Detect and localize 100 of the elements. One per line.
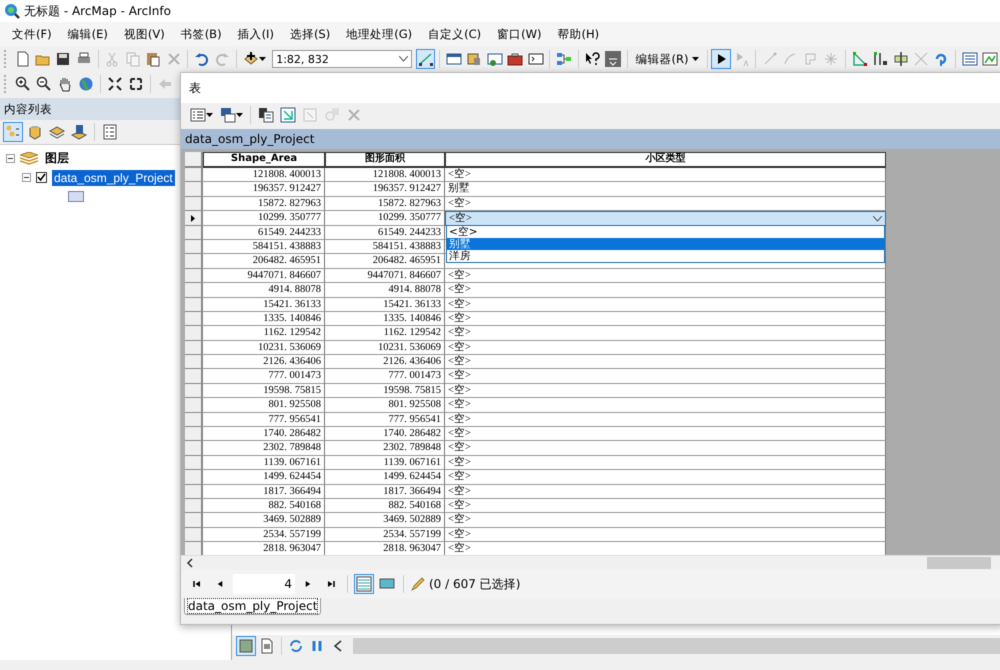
pointer-button[interactable] — [711, 49, 731, 69]
column-header[interactable]: 图形面积 — [325, 152, 445, 168]
delete-icon — [346, 107, 362, 123]
menu-item[interactable]: 地理处理(G) — [338, 26, 420, 42]
dropdown-option[interactable]: 洋房 — [447, 250, 884, 262]
layer-checkbox[interactable] — [36, 172, 47, 183]
table-cell: 1335. 140846 — [325, 312, 445, 326]
collapse-icon[interactable] — [6, 154, 15, 163]
row-header[interactable] — [185, 211, 203, 226]
menu-item[interactable]: 书签(B) — [172, 26, 230, 42]
select-by-attributes-button[interactable] — [256, 105, 276, 125]
edit-sketch-button[interactable] — [416, 49, 436, 69]
scroll-left-icon[interactable] — [185, 558, 195, 568]
panel-title: 内容列表 — [4, 102, 52, 116]
caret-icon — [236, 113, 242, 117]
caret-icon — [206, 113, 212, 117]
table-cell: 206482. 465951 — [203, 254, 325, 269]
table-cell: 801. 925508 — [203, 398, 325, 413]
table-cell: 1139. 067161 — [203, 456, 325, 470]
table-cell: <空> — [445, 369, 886, 384]
table-cell: 801. 925508 — [325, 398, 445, 413]
table-cell: <空> — [445, 498, 886, 514]
point-icon — [823, 51, 840, 67]
table-cell: 10231. 536069 — [325, 340, 445, 356]
table-cell: 1499. 624454 — [203, 470, 325, 485]
dropdown-option[interactable]: <空> — [447, 226, 884, 238]
table-cell: 2302. 789848 — [203, 441, 325, 456]
whats-this-icon — [584, 51, 600, 67]
menu-item[interactable]: 窗口(W) — [489, 26, 550, 42]
table-cell: <空> — [445, 355, 886, 370]
menu-item[interactable]: 编辑(E) — [60, 26, 116, 42]
table-cell: 9447071. 846607 — [203, 268, 325, 284]
delete-icon — [166, 51, 182, 67]
table-cell: 15872. 827963 — [203, 196, 325, 212]
refresh-icon — [288, 638, 304, 654]
split-icon — [872, 51, 888, 67]
menu-item[interactable]: 文件(F) — [4, 26, 60, 42]
table-cell: 2302. 789848 — [325, 441, 445, 456]
table-cell: 777. 001473 — [203, 369, 325, 384]
app-icon — [4, 3, 20, 19]
legend-swatch — [68, 191, 84, 202]
table-cell: 19598. 75815 — [325, 384, 445, 398]
scale-combo-box[interactable]: 1:82, 832 — [272, 50, 412, 68]
data-view-button[interactable] — [236, 636, 256, 656]
globe-icon — [78, 76, 94, 92]
collapse-icon[interactable] — [22, 173, 31, 182]
table-cell: 777. 001473 — [325, 369, 445, 384]
menu-item[interactable]: 选择(S) — [282, 26, 338, 42]
toolbox-icon — [507, 51, 524, 67]
table-cell: 121808. 400013 — [203, 168, 325, 182]
overflow-button[interactable] — [603, 49, 623, 69]
show-all-records-button[interactable] — [354, 574, 374, 594]
select-by-attributes-icon — [258, 107, 274, 123]
table-options-icon — [190, 107, 206, 123]
menu-item[interactable]: 插入(I) — [230, 26, 282, 42]
editor-menu[interactable]: 编辑器(R) — [632, 52, 703, 66]
layers-icon — [20, 152, 38, 166]
table-cell: <空> — [445, 384, 886, 398]
fixed-zoom-out-icon — [128, 76, 144, 92]
table-cell: 3469. 502889 — [325, 513, 445, 528]
table-name: data_osm_ply_Project — [185, 132, 314, 146]
menu-item[interactable]: 视图(V) — [116, 26, 173, 42]
scrollbar[interactable] — [353, 638, 1000, 654]
column-header[interactable]: 小区类型 — [445, 152, 886, 168]
caret-icon — [259, 57, 266, 61]
undo-icon — [194, 51, 210, 67]
add-data-icon — [243, 51, 260, 67]
switch-selection-button[interactable] — [278, 105, 298, 125]
table-cell: 9447071. 846607 — [325, 268, 445, 284]
clipboard-icon — [145, 51, 162, 67]
table-cell: 别墅 — [445, 182, 886, 197]
model-icon — [556, 51, 572, 67]
overflow-icon — [604, 51, 621, 67]
menu-item[interactable]: 帮助(H) — [549, 26, 608, 42]
table-cell: 1139. 067161 — [325, 456, 445, 470]
clear-selection-icon — [302, 107, 318, 123]
layer-group-label[interactable]: 图层 — [43, 149, 71, 168]
table-cell: 1817. 366494 — [203, 484, 325, 499]
table-cell: 196357. 912427 — [203, 182, 325, 197]
table-cell: 2818. 963047 — [325, 542, 445, 555]
table-cell: 1499. 624454 — [325, 470, 445, 485]
layer-selection-button[interactable] — [69, 122, 89, 142]
table-cell: <空> — [445, 340, 886, 356]
column-header[interactable]: Shape_Area — [203, 152, 325, 168]
list-by-drawing-order-button[interactable] — [3, 122, 23, 142]
record-field[interactable]: 4 — [233, 574, 295, 594]
table-cell: <空> — [445, 470, 886, 485]
layer-label[interactable]: data_osm_ply_Project — [52, 170, 175, 186]
table-cell: 1740. 286482 — [325, 427, 445, 442]
table-tab[interactable]: data_osm_ply_Project — [184, 598, 322, 615]
switch-selection-icon — [280, 107, 296, 123]
dropdown-option[interactable]: 别墅 — [447, 238, 884, 250]
table-cell: <空> — [445, 456, 886, 470]
window-title: 表 — [189, 80, 201, 96]
chevron-icon — [398, 56, 408, 62]
menu-item[interactable]: 自定义(C) — [420, 26, 490, 42]
table-cell: <空> — [445, 168, 886, 182]
console-window-icon — [528, 51, 544, 67]
scrollbar-thumb[interactable] — [927, 557, 991, 569]
selection-count: (0 / 607 已选择) — [429, 576, 520, 592]
